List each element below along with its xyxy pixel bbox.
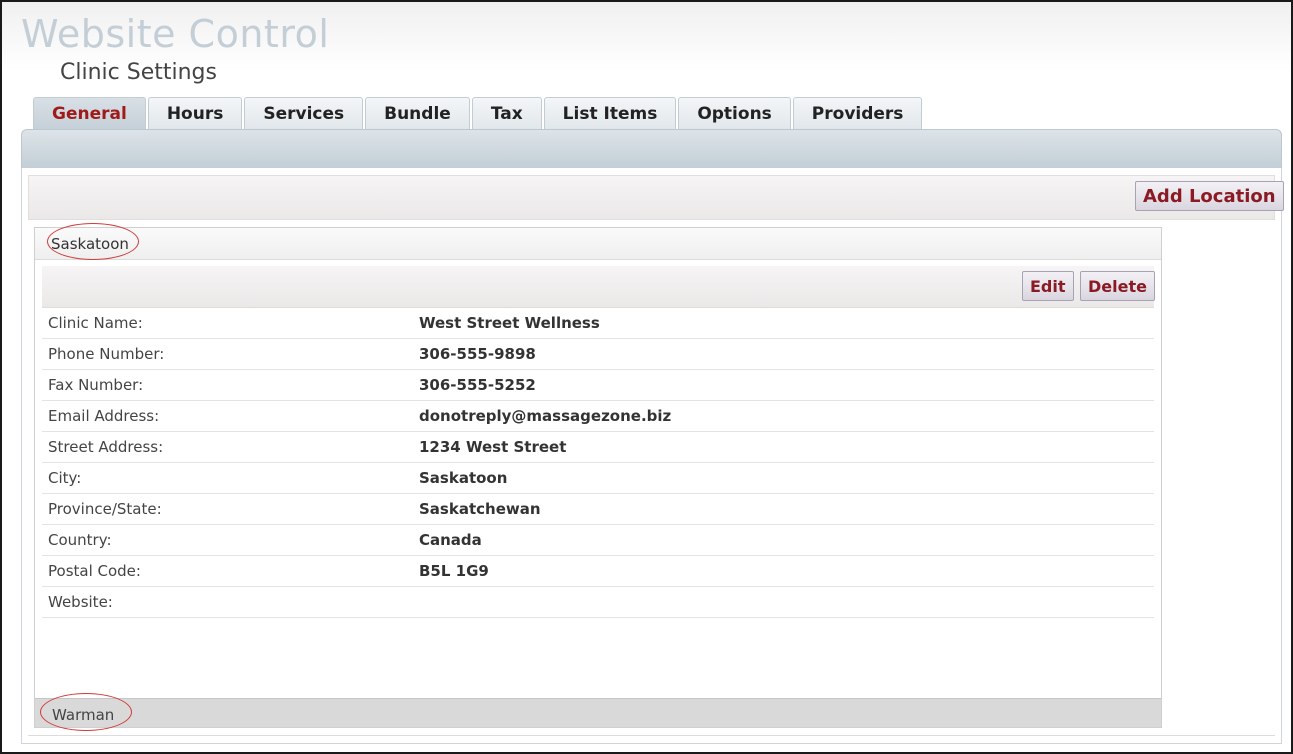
tab-providers[interactable]: Providers: [792, 97, 923, 129]
field-value: West Street Wellness: [419, 314, 600, 332]
annotation-circle: [40, 693, 132, 731]
field-label: Clinic Name:: [48, 314, 143, 332]
field-label: Country:: [48, 531, 112, 549]
field-value: Canada: [419, 531, 482, 549]
settings-tabs: General Hours Services Bundle Tax List I…: [33, 97, 923, 129]
page-subtitle: Clinic Settings: [60, 60, 217, 85]
edit-button[interactable]: Edit: [1022, 271, 1074, 301]
field-value: Saskatoon: [419, 469, 508, 487]
add-location-button[interactable]: Add Location: [1135, 181, 1284, 211]
tab-tax[interactable]: Tax: [471, 97, 542, 129]
field-value: 1234 West Street: [419, 438, 567, 456]
location-toolbar: [42, 266, 1154, 308]
field-value: B5L 1G9: [419, 562, 489, 580]
tab-general[interactable]: General: [33, 97, 146, 129]
detail-row-website: Website:: [42, 587, 1154, 618]
field-label: Postal Code:: [48, 562, 141, 580]
field-label: Fax Number:: [48, 376, 144, 394]
field-value: 306-555-5252: [419, 376, 536, 394]
general-toolbar: [28, 175, 1275, 220]
field-label: Street Address:: [48, 438, 164, 456]
detail-row-phone: Phone Number: 306-555-9898: [42, 339, 1154, 370]
annotation-circle: [47, 223, 139, 260]
field-value: 306-555-9898: [419, 345, 536, 363]
detail-row-postal: Postal Code: B5L 1G9: [42, 556, 1154, 587]
location-details: Clinic Name: West Street Wellness Phone …: [42, 308, 1154, 618]
detail-row-street: Street Address: 1234 West Street: [42, 432, 1154, 463]
field-value: Saskatchewan: [419, 500, 541, 518]
detail-row-clinic-name: Clinic Name: West Street Wellness: [42, 308, 1154, 339]
tab-services[interactable]: Services: [244, 97, 364, 129]
detail-row-fax: Fax Number: 306-555-5252: [42, 370, 1154, 401]
detail-row-city: City: Saskatoon: [42, 463, 1154, 494]
tab-bundle[interactable]: Bundle: [365, 97, 470, 129]
tab-options[interactable]: Options: [678, 97, 791, 129]
location-header-saskatoon[interactable]: Saskatoon: [35, 223, 1161, 260]
detail-row-country: Country: Canada: [42, 525, 1154, 556]
detail-row-email: Email Address: donotreply@massagezone.bi…: [42, 401, 1154, 432]
divider: [28, 735, 1275, 736]
location-header-warman[interactable]: Warman: [35, 693, 1161, 731]
field-label: Province/State:: [48, 500, 162, 518]
field-label: Website:: [48, 593, 113, 611]
detail-row-province: Province/State: Saskatchewan: [42, 494, 1154, 525]
field-label: Phone Number:: [48, 345, 165, 363]
field-label: Email Address:: [48, 407, 160, 425]
field-value: donotreply@massagezone.biz: [419, 407, 672, 425]
delete-button[interactable]: Delete: [1080, 271, 1155, 301]
tab-hours[interactable]: Hours: [147, 97, 243, 129]
app-title: Website Control: [21, 12, 330, 56]
tab-content-header: [21, 129, 1282, 169]
app-window: Website Control Clinic Settings General …: [0, 0, 1293, 754]
tab-list-items[interactable]: List Items: [543, 97, 677, 129]
field-label: City:: [48, 469, 82, 487]
